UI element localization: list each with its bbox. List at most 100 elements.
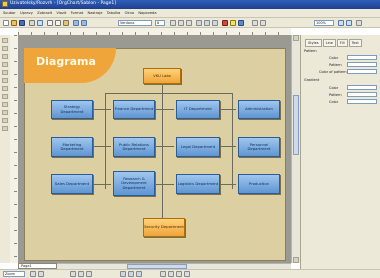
connector-tool-icon[interactable] <box>2 94 8 99</box>
zoom-out-icon[interactable] <box>346 19 352 26</box>
tab-line[interactable]: Line <box>322 39 336 47</box>
tab-styles[interactable]: Styles <box>305 39 322 47</box>
curve-tool-icon[interactable] <box>2 86 8 91</box>
properties-panel: Styles Line Fill Text Pattern Color Pattern… <box>300 35 380 269</box>
send-back-icon[interactable] <box>184 271 190 277</box>
connector-line <box>92 146 111 147</box>
distribute-icon[interactable] <box>128 271 134 277</box>
print-icon[interactable] <box>29 19 35 26</box>
node-legal[interactable]: Legal Department <box>176 137 220 157</box>
scroll-up-icon[interactable] <box>293 35 299 41</box>
title-bar: Uzivatelsky/Rozvrh - [OrgChart/Sablon - … <box>0 0 380 9</box>
node-sales[interactable]: Sales Department <box>51 174 93 194</box>
polygon-tool-icon[interactable] <box>2 78 8 83</box>
line-tool-icon[interactable] <box>2 54 8 59</box>
app-icon <box>2 1 8 7</box>
hand-tool-icon[interactable] <box>2 126 8 131</box>
table-tool-icon[interactable] <box>2 110 8 115</box>
zoom-box[interactable]: Zoom <box>3 271 25 277</box>
node-public-relations[interactable]: Public Relations Department <box>113 137 155 157</box>
vertical-scroll-thumb[interactable] <box>293 95 299 155</box>
zoom-tool-icon[interactable] <box>2 118 8 123</box>
menu-item-edit[interactable]: Upravy <box>20 11 33 15</box>
pattern-select[interactable] <box>347 62 377 67</box>
vertical-scrollbar[interactable] <box>291 35 300 263</box>
menu-item-view[interactable]: Zobrazit <box>37 11 52 15</box>
new-icon[interactable] <box>3 19 9 26</box>
align-objects-icon[interactable] <box>120 271 126 277</box>
shadow-icon[interactable] <box>86 271 92 277</box>
node-security[interactable]: Security Department <box>143 218 185 237</box>
label-color-of-pattern: Color of pattern <box>319 70 347 74</box>
node-production[interactable]: Production <box>238 174 280 194</box>
cut-icon[interactable] <box>47 19 53 26</box>
color-select[interactable] <box>347 55 377 60</box>
italic-icon[interactable] <box>178 19 184 26</box>
node-administration[interactable]: Administration <box>238 100 280 119</box>
bold-icon[interactable] <box>170 19 176 26</box>
gradient-color-select[interactable] <box>347 85 377 90</box>
label-color: Color <box>329 56 339 60</box>
menu-item-file[interactable]: Soubor <box>3 11 16 15</box>
node-vp-labs[interactable]: VKU Labs <box>143 68 181 84</box>
connector-line <box>232 93 233 189</box>
save-icon[interactable] <box>19 19 25 26</box>
font-name-select[interactable]: Verdana <box>118 19 152 26</box>
node-it[interactable]: IT Department <box>176 100 220 119</box>
shape-icon[interactable] <box>260 19 266 26</box>
node-marketing[interactable]: Marketing Department <box>51 137 93 157</box>
help-icon[interactable] <box>356 19 362 26</box>
rotate-icon[interactable] <box>160 271 166 277</box>
gradient-pattern-select[interactable] <box>347 92 377 97</box>
arrow-icon[interactable] <box>70 271 76 277</box>
scroll-down-icon[interactable] <box>293 257 299 263</box>
node-strategy[interactable]: Strategy Department <box>51 100 93 119</box>
connector-icon[interactable] <box>252 19 258 26</box>
zoom-select[interactable]: 100% <box>314 19 334 26</box>
node-logistics[interactable]: Logistics Department <box>176 174 220 194</box>
tab-fill[interactable]: Fill <box>336 39 348 47</box>
menu-item-tools[interactable]: Nastroje <box>88 11 103 15</box>
text-tool-icon[interactable] <box>2 46 8 51</box>
menu-item-help[interactable]: Napoveda <box>138 11 156 15</box>
align-right-icon[interactable] <box>212 19 218 26</box>
preview-icon[interactable] <box>37 19 43 26</box>
align-left-icon[interactable] <box>196 19 202 26</box>
font-color-icon[interactable] <box>222 19 228 26</box>
menu-item-window[interactable]: Okno <box>125 11 134 15</box>
align-center-icon[interactable] <box>204 19 210 26</box>
node-finance[interactable]: Finance Department <box>113 100 155 119</box>
menu-item-table[interactable]: Tabulka <box>107 11 121 15</box>
snap-icon[interactable] <box>30 271 36 277</box>
menu-item-insert[interactable]: Vlozit <box>56 11 66 15</box>
ellipse-tool-icon[interactable] <box>2 70 8 75</box>
bring-front-icon[interactable] <box>176 271 182 277</box>
connector-line <box>154 109 174 110</box>
zoom-in-icon[interactable] <box>338 19 344 26</box>
underline-icon[interactable] <box>186 19 192 26</box>
node-research-development[interactable]: Research & Development Department <box>113 171 155 196</box>
group-icon[interactable] <box>136 271 142 277</box>
pattern-color-select[interactable] <box>347 69 377 74</box>
font-size-select[interactable]: 8 <box>155 19 165 26</box>
grid-icon[interactable] <box>38 271 44 277</box>
paste-icon[interactable] <box>63 19 69 26</box>
flip-icon[interactable] <box>168 271 174 277</box>
label-color: Color <box>329 100 339 104</box>
copy-icon[interactable] <box>55 19 61 26</box>
pointer-tool-icon[interactable] <box>2 38 8 43</box>
undo-icon[interactable] <box>73 19 79 26</box>
node-personnel[interactable]: Personnel Department <box>238 137 280 157</box>
rectangle-tool-icon[interactable] <box>2 62 8 67</box>
open-icon[interactable] <box>11 19 17 26</box>
gradient-color2-select[interactable] <box>347 99 377 104</box>
line-color-icon[interactable] <box>238 19 244 26</box>
line-style-icon[interactable] <box>78 271 84 277</box>
menu-item-format[interactable]: Format <box>71 11 84 15</box>
label-pattern: Pattern <box>329 63 342 67</box>
fill-color-icon[interactable] <box>230 19 236 26</box>
tab-text[interactable]: Text <box>348 39 362 47</box>
image-tool-icon[interactable] <box>2 102 8 107</box>
label-color: Color <box>329 86 339 90</box>
redo-icon[interactable] <box>81 19 87 26</box>
